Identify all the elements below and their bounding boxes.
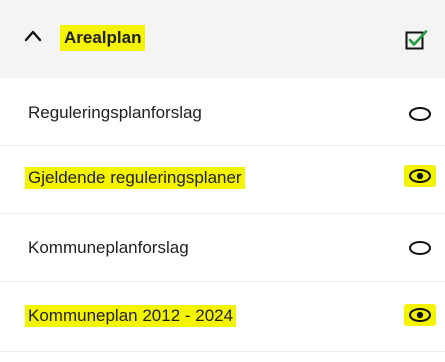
eye-open-icon[interactable] xyxy=(404,165,436,187)
layer-label: Reguleringsplanforslag xyxy=(28,103,202,122)
group-header-arealplan[interactable]: Arealplan xyxy=(0,0,445,78)
eye-closed-icon[interactable] xyxy=(404,103,436,125)
layer-row-reguleringsplanforslag[interactable]: Reguleringsplanforslag xyxy=(0,78,445,146)
chevron-up-icon[interactable] xyxy=(24,27,42,45)
layer-panel: Arealplan Reguleringsplanforslag Gjelden… xyxy=(0,0,445,362)
eye-closed-icon[interactable] xyxy=(404,237,436,259)
layer-row-kommuneplan-2012-2024[interactable]: Kommuneplan 2012 - 2024 xyxy=(0,282,445,352)
layer-label: Gjeldende reguleringsplaner xyxy=(25,167,245,189)
checkbox-checked-icon[interactable] xyxy=(405,29,429,51)
layer-row-gjeldende-reguleringsplaner[interactable]: Gjeldende reguleringsplaner xyxy=(0,146,445,214)
layer-label: Kommuneplanforslag xyxy=(28,238,189,257)
eye-open-icon[interactable] xyxy=(404,304,436,326)
group-title: Arealplan xyxy=(60,25,146,51)
layer-row-kommuneplanforslag[interactable]: Kommuneplanforslag xyxy=(0,214,445,282)
layer-label: Kommuneplan 2012 - 2024 xyxy=(25,305,237,327)
